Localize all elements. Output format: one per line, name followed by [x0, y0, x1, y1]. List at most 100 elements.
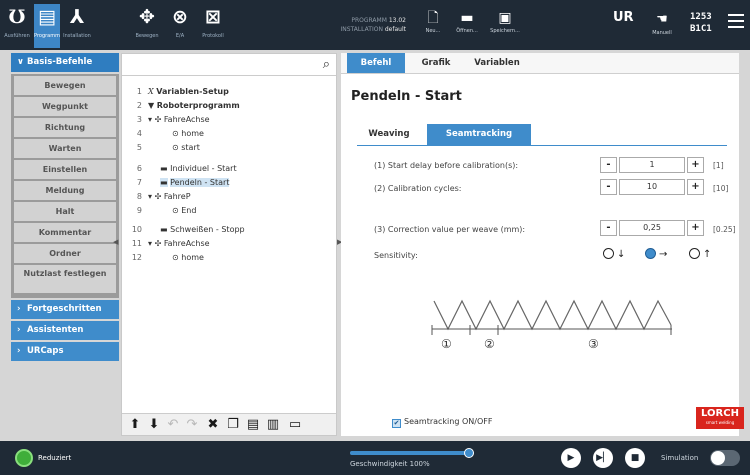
command-nutzlast-festlegen[interactable]: Nutzlast festlegen — [14, 265, 116, 293]
hamburger-menu-icon[interactable] — [728, 14, 744, 28]
lorch-logo: LORCH smart welding — [696, 407, 744, 429]
sensitivity-right-radio[interactable]: → — [645, 248, 667, 264]
speed-slider-handle[interactable] — [464, 448, 474, 458]
urplus-icon[interactable]: UR — [613, 10, 634, 25]
tab-protokoll[interactable]: ⊠ Protokoll — [200, 4, 226, 48]
increment-button[interactable]: + — [687, 157, 704, 173]
expand-down-icon: ▾ — [148, 192, 153, 201]
command-warten[interactable]: Warten — [14, 139, 116, 158]
cut-icon[interactable]: ✖ — [206, 417, 220, 433]
step-button[interactable]: ▶▏ — [593, 448, 613, 468]
speed-slider[interactable] — [350, 448, 474, 458]
increment-button[interactable]: + — [687, 220, 704, 236]
tab-weaving[interactable]: Weaving — [357, 124, 421, 145]
tab-e-a[interactable]: ⊗ E/A — [167, 4, 193, 48]
checkbox-check-icon: ✔ — [392, 419, 401, 428]
category-assistenten[interactable]: › Assistenten — [11, 321, 119, 340]
ur-logo-icon: Ʊ Ausführen — [4, 6, 30, 39]
program-icon: ▤ — [38, 6, 56, 28]
save-button[interactable]: ▣ Speichern... — [490, 8, 520, 34]
command-meldung[interactable]: Meldung — [14, 181, 116, 200]
chevron-right-icon: › — [17, 304, 21, 314]
tree-search-bar[interactable]: ⌕ — [122, 54, 336, 76]
chevron-right-icon: › — [17, 325, 21, 335]
copy-icon[interactable]: ❐ — [226, 417, 240, 433]
log-icon: ⊠ — [205, 6, 221, 28]
sensitivity-down-radio[interactable]: ↓ — [603, 248, 625, 264]
header-bar: Ʊ Ausführen ▤ Programm ⅄ Installation ✥ Bewe… — [0, 0, 750, 50]
tab-programm[interactable]: ▤ Programm — [34, 4, 60, 48]
simulation-toggle[interactable] — [710, 450, 740, 466]
default-value: [0.25] — [713, 225, 736, 234]
diagram-marker: ③ — [588, 337, 599, 351]
stop-icon: ■ — [630, 453, 640, 463]
command-wegpunkt[interactable]: Wegpunkt — [14, 97, 116, 116]
move-down-icon[interactable]: ⬇ — [147, 417, 161, 433]
decrement-button[interactable]: - — [600, 157, 617, 173]
move-up-icon[interactable]: ⬆ — [128, 417, 142, 433]
collapse-left-icon[interactable]: ◀ — [113, 238, 118, 246]
play-button[interactable]: ▶ — [561, 448, 581, 468]
radio-circle — [603, 248, 614, 259]
undo-icon[interactable]: ↶ — [166, 417, 180, 433]
param-label: (1) Start delay before calibration(s): — [374, 161, 519, 170]
waypoint-icon: ⊙ — [172, 143, 179, 152]
tab-variablen[interactable]: Variablen — [465, 53, 529, 73]
paste-icon[interactable]: ▤ — [246, 417, 260, 433]
start-delay-field[interactable]: 1 — [619, 157, 685, 173]
increment-button[interactable]: + — [687, 179, 704, 195]
robot-counter: 1253 B1C1 — [690, 12, 712, 34]
command-halt[interactable]: Halt — [14, 202, 116, 221]
suppress-icon[interactable]: ▭ — [288, 417, 302, 433]
urcap-node-icon: ▬ — [160, 178, 168, 187]
default-value: [1] — [713, 161, 724, 170]
footer-bar: Reduziert Geschwindigkeit 100% ▶ ▶▏ ■ Si… — [0, 441, 750, 475]
subtab-divider — [357, 145, 727, 146]
speed-label: Geschwindigkeit 100% — [350, 460, 430, 468]
tab-befehl[interactable]: Befehl — [347, 53, 405, 73]
move-icon: ✥ — [139, 6, 155, 28]
editor-tabs: Befehl Grafik Variablen — [341, 53, 739, 74]
radio-circle — [689, 248, 700, 259]
command-richtung[interactable]: Richtung — [14, 118, 116, 137]
installation-icon: ⅄ — [69, 6, 85, 28]
sensitivity-label: Sensitivity: — [374, 251, 418, 260]
calibration-cycles-field[interactable]: 10 — [619, 179, 685, 195]
open-button[interactable]: ▬ Öffnen... — [452, 8, 482, 34]
chevron-down-icon: ∨ — [17, 57, 24, 67]
manual-mode-button[interactable]: ☚ Manuell — [648, 10, 676, 36]
tab-seamtracking[interactable]: Seamtracking — [427, 124, 531, 145]
io-icon: ⊗ — [172, 6, 188, 28]
category-basis-befehle[interactable]: ∨ Basis-Befehle — [11, 53, 119, 72]
tree-toolbar: ⬆ ⬇ ↶ ↷ ✖ ❐ ▤ ▥ ▭ — [122, 413, 336, 435]
new-button[interactable]: 🗋 Neu... — [418, 8, 448, 34]
expand-down-icon: ▼ — [148, 101, 155, 110]
expand-down-icon: ▾ — [148, 239, 153, 248]
stop-button[interactable]: ■ — [625, 448, 645, 468]
command-bewegen[interactable]: Bewegen — [14, 76, 116, 95]
step-icon: ▶▏ — [596, 453, 610, 463]
command-ordner[interactable]: Ordner — [14, 244, 116, 263]
urcap-node-icon: ▬ — [160, 164, 168, 173]
tab-grafik[interactable]: Grafik — [411, 53, 461, 73]
page-title: Pendeln - Start — [351, 89, 462, 104]
category-fortgeschritten[interactable]: › Fortgeschritten — [11, 300, 119, 319]
tab-installation[interactable]: ⅄ Installation — [62, 4, 92, 48]
command-kommentar[interactable]: Kommentar — [14, 223, 116, 242]
sensitivity-up-radio[interactable]: ↑ — [689, 248, 711, 264]
urcap-node-icon: ▬ — [160, 225, 168, 234]
search-icon[interactable]: ⌕ — [323, 57, 330, 72]
correction-value-field[interactable]: 0,25 — [619, 220, 685, 236]
redo-icon[interactable]: ↷ — [185, 417, 199, 433]
category-urcaps[interactable]: › URCaps — [11, 342, 119, 361]
command-einstellen[interactable]: Einstellen — [14, 160, 116, 179]
delete-icon[interactable]: ▥ — [266, 417, 280, 433]
seamtracking-checkbox[interactable]: ✔ Seamtracking ON/OFF — [392, 417, 492, 428]
tab-bewegen[interactable]: ✥ Bewegen — [134, 4, 160, 48]
power-status-icon[interactable] — [15, 449, 33, 467]
simulation-label: Simulation — [661, 454, 699, 462]
decrement-button[interactable]: - — [600, 220, 617, 236]
diagram-marker: ② — [484, 337, 495, 351]
node-editor: Befehl Grafik Variablen Pendeln - Start … — [341, 53, 739, 436]
decrement-button[interactable]: - — [600, 179, 617, 195]
